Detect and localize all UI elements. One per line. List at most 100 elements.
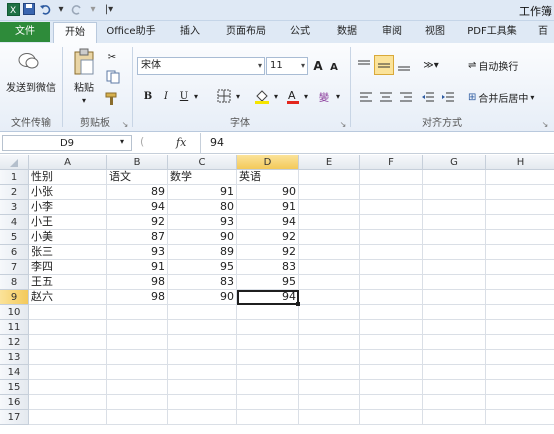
cell-h2[interactable] — [486, 185, 554, 200]
cell-a9[interactable]: 赵六 — [29, 290, 107, 305]
cell-g2[interactable] — [423, 185, 486, 200]
cell-b13[interactable] — [107, 350, 168, 365]
chevron-down-icon[interactable]: ▾ — [120, 137, 124, 146]
chevron-down-icon[interactable]: ▾ — [54, 2, 68, 16]
cell-g12[interactable] — [423, 335, 486, 350]
cell-h1[interactable] — [486, 170, 554, 185]
cell-e1[interactable] — [299, 170, 360, 185]
row-header[interactable]: 10 — [0, 305, 29, 320]
column-header-b[interactable]: B — [107, 155, 168, 170]
cell-b5[interactable]: 87 — [107, 230, 168, 245]
cell-e7[interactable] — [299, 260, 360, 275]
cell-f16[interactable] — [360, 395, 423, 410]
cell-a1[interactable]: 性别 — [29, 170, 107, 185]
merge-center-button[interactable]: ⊞ 合并后居中 ▾ — [468, 89, 550, 105]
decrease-indent-icon[interactable] — [420, 89, 436, 105]
cell-b2[interactable]: 89 — [107, 185, 168, 200]
cell-a17[interactable] — [29, 410, 107, 425]
cell-f13[interactable] — [360, 350, 423, 365]
formula-bar-splitter[interactable]: ( — [140, 135, 144, 148]
cell-e2[interactable] — [299, 185, 360, 200]
cell-f7[interactable] — [360, 260, 423, 275]
cell-f8[interactable] — [360, 275, 423, 290]
cell-d6[interactable]: 92 — [237, 245, 299, 260]
name-box[interactable]: D9 — [2, 135, 132, 151]
wrap-text-button[interactable]: ⇌ 自动换行 — [468, 57, 532, 73]
orientation-icon[interactable]: ≫▾ — [420, 57, 442, 73]
cell-h16[interactable] — [486, 395, 554, 410]
align-top-icon[interactable] — [356, 57, 372, 73]
phonetic-button[interactable]: 變 — [316, 87, 332, 105]
cell-b10[interactable] — [107, 305, 168, 320]
dialog-launcher-icon[interactable]: ↘ — [338, 119, 348, 129]
chevron-down-icon[interactable]: ▾ — [530, 93, 534, 102]
select-all-corner[interactable] — [0, 155, 29, 170]
column-header-d[interactable]: D — [237, 155, 299, 170]
border-icon[interactable] — [214, 87, 234, 105]
cell-a10[interactable] — [29, 305, 107, 320]
shrink-font-button[interactable]: A — [327, 59, 341, 75]
cell-a13[interactable] — [29, 350, 107, 365]
cell-a14[interactable] — [29, 365, 107, 380]
cell-b3[interactable]: 94 — [107, 200, 168, 215]
cell-a2[interactable]: 小张 — [29, 185, 107, 200]
cell-a12[interactable] — [29, 335, 107, 350]
cell-c13[interactable] — [168, 350, 237, 365]
cell-a6[interactable]: 张三 — [29, 245, 107, 260]
cell-h6[interactable] — [486, 245, 554, 260]
font-name-select[interactable]: 宋体 ▾ — [137, 57, 265, 75]
row-header[interactable]: 3 — [0, 200, 29, 215]
paste-button[interactable]: 粘贴 — [68, 79, 100, 94]
cell-f3[interactable] — [360, 200, 423, 215]
cell-h14[interactable] — [486, 365, 554, 380]
cell-e17[interactable] — [299, 410, 360, 425]
cell-b4[interactable]: 92 — [107, 215, 168, 230]
cell-h10[interactable] — [486, 305, 554, 320]
cell-b9[interactable]: 98 — [107, 290, 168, 305]
cell-h15[interactable] — [486, 380, 554, 395]
cell-e14[interactable] — [299, 365, 360, 380]
cell-e11[interactable] — [299, 320, 360, 335]
cell-a15[interactable] — [29, 380, 107, 395]
cell-e6[interactable] — [299, 245, 360, 260]
excel-app-icon[interactable]: X — [6, 2, 20, 16]
row-header[interactable]: 15 — [0, 380, 29, 395]
cell-e9[interactable] — [299, 290, 360, 305]
cell-d9[interactable]: 94 — [237, 290, 299, 305]
cell-d11[interactable] — [237, 320, 299, 335]
align-bottom-icon[interactable] — [396, 57, 412, 73]
row-header[interactable]: 7 — [0, 260, 29, 275]
cell-b14[interactable] — [107, 365, 168, 380]
cell-f17[interactable] — [360, 410, 423, 425]
redo-icon[interactable] — [70, 2, 84, 16]
tab-home[interactable]: 开始 — [53, 22, 97, 44]
tab-formulas[interactable]: 公式 — [280, 22, 320, 42]
row-header[interactable]: 4 — [0, 215, 29, 230]
cell-e5[interactable] — [299, 230, 360, 245]
align-middle-icon[interactable] — [374, 55, 394, 75]
cell-b1[interactable]: 语文 — [107, 170, 168, 185]
cell-g3[interactable] — [423, 200, 486, 215]
cell-g6[interactable] — [423, 245, 486, 260]
cell-f11[interactable] — [360, 320, 423, 335]
row-header[interactable]: 17 — [0, 410, 29, 425]
row-header[interactable]: 13 — [0, 350, 29, 365]
copy-icon[interactable] — [104, 69, 124, 85]
row-header[interactable]: 11 — [0, 320, 29, 335]
cell-a7[interactable]: 李四 — [29, 260, 107, 275]
cell-e4[interactable] — [299, 215, 360, 230]
cell-b8[interactable]: 98 — [107, 275, 168, 290]
column-header-a[interactable]: A — [29, 155, 107, 170]
cell-d4[interactable]: 94 — [237, 215, 299, 230]
cell-g4[interactable] — [423, 215, 486, 230]
cell-f14[interactable] — [360, 365, 423, 380]
chevron-down-icon[interactable]: ▾ — [258, 58, 262, 74]
send-to-wechat-button[interactable]: 发送到微信 — [2, 79, 60, 94]
cell-g15[interactable] — [423, 380, 486, 395]
cell-e16[interactable] — [299, 395, 360, 410]
row-header[interactable]: 16 — [0, 395, 29, 410]
chevron-down-icon[interactable]: ▾ — [234, 89, 242, 103]
cell-g8[interactable] — [423, 275, 486, 290]
cell-b7[interactable]: 91 — [107, 260, 168, 275]
tab-file[interactable]: 文件 — [0, 22, 50, 42]
